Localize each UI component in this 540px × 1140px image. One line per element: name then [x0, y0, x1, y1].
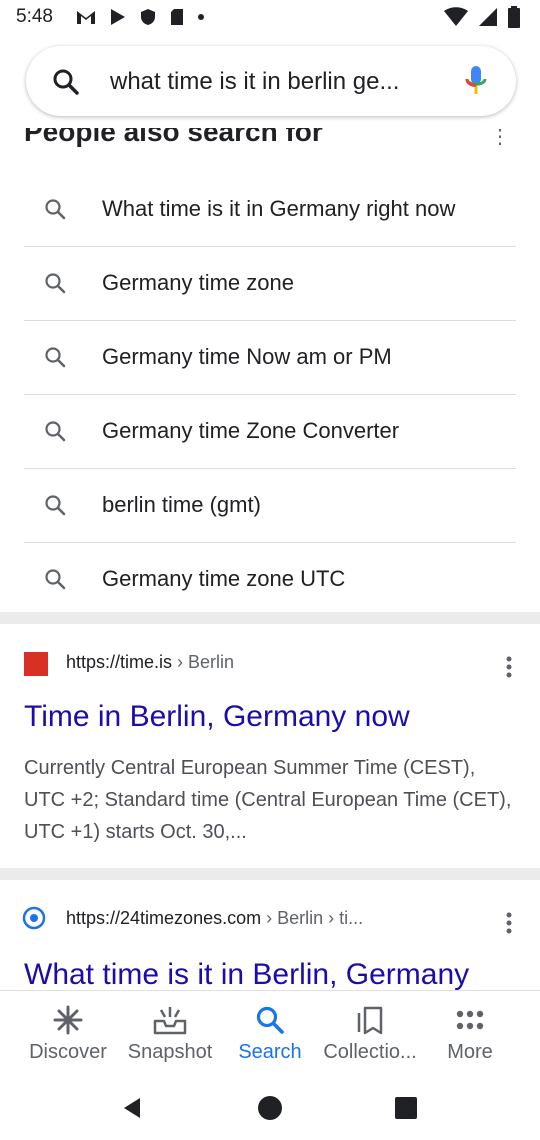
site-favicon: [24, 652, 48, 676]
search-input[interactable]: what time is it in berlin ge...: [110, 68, 450, 96]
related-search-item[interactable]: Germany time Zone Converter: [24, 394, 516, 469]
wifi-icon: [444, 7, 468, 26]
related-search-label: What time is it in Germany right now: [102, 196, 456, 221]
recents-icon[interactable]: [394, 1096, 418, 1120]
related-search-label: Germany time Zone Converter: [102, 418, 400, 443]
result-url-host: https://time.is: [66, 652, 173, 672]
nav-collections[interactable]: Collectio...: [320, 991, 420, 1075]
related-search-item[interactable]: Germany time Now am or PM: [24, 320, 516, 395]
related-search-label: Germany time zone UTC: [102, 566, 346, 591]
mic-icon[interactable]: [464, 64, 488, 98]
bottom-nav: Discover Snapshot Search Collectio... Mo…: [0, 990, 540, 1075]
search-result: https://time.is › Berlin Time in Berlin,…: [0, 624, 540, 864]
related-search-label: Germany time zone: [102, 270, 294, 295]
gmail-icon: [77, 11, 95, 24]
search-icon: [45, 199, 66, 220]
more-options-icon[interactable]: [506, 656, 512, 678]
nav-search[interactable]: Search: [220, 991, 320, 1075]
section-divider: [0, 612, 540, 624]
section-divider: [0, 868, 540, 880]
result-snippet: Currently Central European Summer Time (…: [24, 757, 512, 843]
nav-label: Snapshot: [127, 1041, 213, 1063]
search-result: https://24timezones.com › Berlin › ti...…: [0, 880, 540, 990]
result-url[interactable]: https://24timezones.com › Berlin › ti...: [66, 908, 363, 929]
search-icon: [45, 495, 66, 516]
results-content[interactable]: People also search for ⋮ What time is it…: [0, 128, 540, 990]
notification-icons: [76, 8, 204, 26]
nav-discover[interactable]: Discover: [18, 991, 118, 1075]
search-icon: [45, 421, 66, 442]
dot-icon: [198, 14, 204, 20]
search-bar[interactable]: what time is it in berlin ge...: [26, 46, 516, 116]
system-nav-bar: [0, 1074, 540, 1140]
search-icon: [53, 69, 79, 95]
related-search-item[interactable]: berlin time (gmt): [24, 468, 516, 543]
nav-more[interactable]: More: [420, 991, 520, 1075]
related-search-label: berlin time (gmt): [102, 492, 261, 517]
nav-snapshot[interactable]: Snapshot: [120, 991, 220, 1075]
nav-label: More: [447, 1041, 493, 1063]
back-icon[interactable]: [120, 1096, 144, 1120]
inbox-icon: [153, 1007, 187, 1035]
result-url-host: https://24timezones.com: [66, 908, 262, 928]
result-url-crumb: › Berlin: [172, 652, 235, 672]
search-icon: [256, 1006, 284, 1034]
related-search-item[interactable]: What time is it in Germany right now: [24, 172, 516, 247]
result-title-link[interactable]: Time in Berlin, Germany now: [24, 700, 410, 734]
search-icon: [45, 273, 66, 294]
search-icon: [45, 347, 66, 368]
sd-card-icon: [171, 9, 183, 25]
clock-favicon: [22, 906, 46, 930]
search-icon: [45, 569, 66, 590]
people-also-search-title: People also search for: [24, 128, 323, 147]
status-time: 5:48: [16, 6, 53, 27]
related-search-item[interactable]: Germany time zone UTC: [24, 542, 516, 616]
result-url-crumb: › Berlin › ti...: [261, 908, 364, 928]
more-options-icon[interactable]: ⋮: [490, 128, 510, 149]
play-store-icon: [111, 9, 125, 25]
home-icon[interactable]: [256, 1094, 284, 1122]
result-url[interactable]: https://time.is › Berlin: [66, 652, 234, 673]
nav-label: Discover: [29, 1041, 107, 1063]
status-bar: 5:48: [0, 0, 540, 36]
shield-icon: [141, 9, 155, 25]
more-options-icon[interactable]: [506, 912, 512, 934]
result-title-link[interactable]: What time is it in Berlin, Germany: [24, 958, 469, 990]
related-search-item[interactable]: Germany time zone: [24, 246, 516, 321]
system-status-icons: [444, 6, 520, 28]
asterisk-icon: [53, 1005, 83, 1035]
nav-label: Collectio...: [323, 1041, 417, 1063]
related-search-label: Germany time Now am or PM: [102, 344, 392, 369]
nav-label: Search: [238, 1041, 302, 1063]
more-dots-icon: [456, 1010, 484, 1030]
battery-icon: [508, 6, 520, 28]
collections-icon: [357, 1006, 383, 1035]
signal-icon: [479, 8, 497, 26]
